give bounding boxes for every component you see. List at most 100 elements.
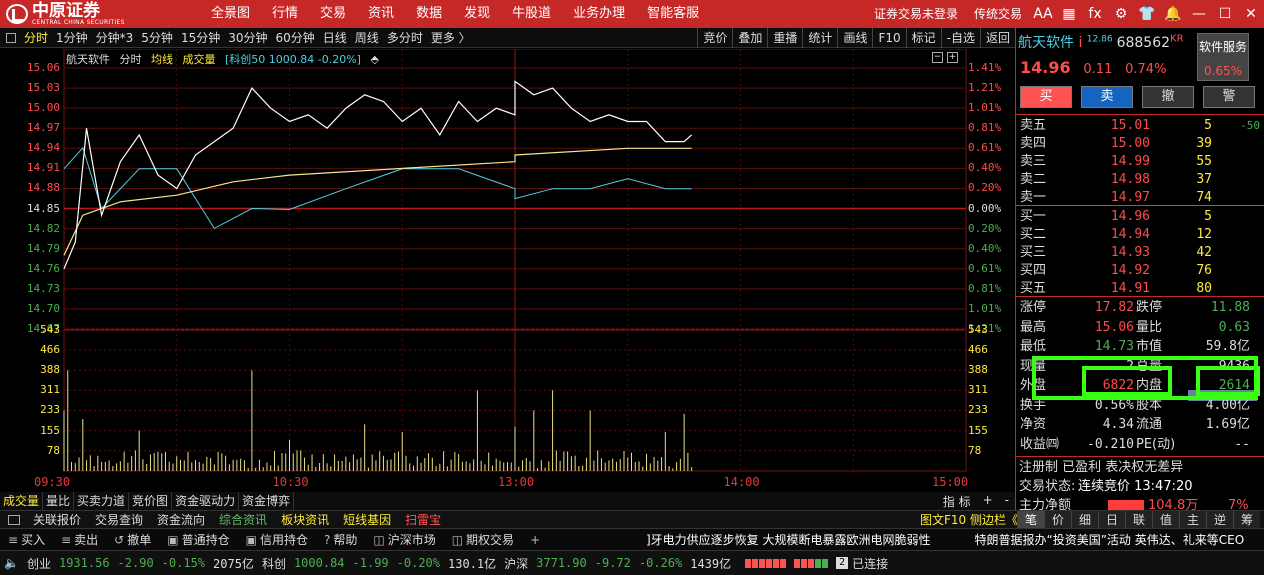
func-item-4[interactable]: 板块资讯 bbox=[274, 511, 336, 529]
news-item-0[interactable]: ]牙电力供应逐步恢复 大规模断电暴露欧洲电网脆弱性 bbox=[646, 533, 931, 547]
func-item-5[interactable]: 短线基因 bbox=[336, 511, 398, 529]
indicator-tab-1[interactable]: 量比 bbox=[43, 492, 75, 510]
period-tab-3[interactable]: 5分钟 bbox=[137, 28, 177, 48]
action-2[interactable]: ↺ 撤单 bbox=[106, 529, 159, 551]
ask-row-4[interactable]: 卖四 15.00 39 bbox=[1016, 134, 1264, 153]
action-8[interactable]: + bbox=[522, 529, 551, 551]
indicator-tab-5[interactable]: 资金博弈 bbox=[239, 492, 295, 510]
indicator-tab-4[interactable]: 资金驱动力 bbox=[172, 492, 240, 510]
action-5[interactable]: ? 帮助 bbox=[316, 529, 365, 551]
grid-icon[interactable]: ▦ bbox=[1056, 0, 1082, 28]
menu-item-6[interactable]: 牛股道 bbox=[501, 0, 562, 28]
indicator-ctl-2[interactable]: - bbox=[999, 493, 1015, 510]
func-item-0[interactable]: 关联报价 bbox=[26, 511, 88, 529]
period-tab-6[interactable]: 60分钟 bbox=[272, 28, 319, 48]
menu-item-3[interactable]: 资讯 bbox=[357, 0, 405, 28]
menu-item-5[interactable]: 发现 bbox=[453, 0, 501, 28]
ask-row-5[interactable]: 卖五 15.01 5 -50 bbox=[1016, 116, 1264, 135]
detail-tab-0[interactable]: 笔 bbox=[1017, 511, 1044, 529]
indicator-tab-0[interactable]: 成交量 bbox=[0, 492, 44, 510]
detail-tab-2[interactable]: 细 bbox=[1071, 511, 1098, 529]
menu-item-2[interactable]: 交易 bbox=[309, 0, 357, 28]
func-item-2[interactable]: 资金流向 bbox=[150, 511, 212, 529]
login-status[interactable]: 证券交易未登录 bbox=[866, 0, 966, 28]
bell-icon[interactable]: 🔔 bbox=[1160, 0, 1186, 28]
intraday-chart[interactable]: 航天软件 分时 均线 成交量 [科创50 1000.84 -0.20%] ⬘ −… bbox=[0, 49, 1015, 492]
menu-item-7[interactable]: 业务办理 bbox=[562, 0, 636, 28]
gear-icon[interactable]: ⚙ bbox=[1108, 0, 1134, 28]
toolbar-right-6[interactable]: 标记 bbox=[905, 28, 941, 48]
func-item-3[interactable]: 综合资讯 bbox=[212, 511, 274, 529]
chart-minus-icon[interactable]: − bbox=[932, 52, 943, 63]
detail-tab-3[interactable]: 日 bbox=[1098, 511, 1125, 529]
toolbar-right-3[interactable]: 统计 bbox=[802, 28, 837, 48]
bid-row-5[interactable]: 买五 14.91 80 bbox=[1016, 279, 1264, 298]
func-item-6[interactable]: 扫雷宝 bbox=[398, 511, 448, 529]
period-tab-7[interactable]: 日线 bbox=[319, 28, 351, 48]
period-tab-0[interactable]: 分时 bbox=[20, 28, 52, 48]
shirt-icon[interactable]: 👕 bbox=[1134, 0, 1160, 28]
action-6[interactable]: ◫ 沪深市场 bbox=[365, 529, 443, 551]
stock-name[interactable]: 航天软件 bbox=[1018, 35, 1074, 51]
func-item-1[interactable]: 交易查询 bbox=[88, 511, 150, 529]
period-tab-9[interactable]: 多分时 bbox=[383, 28, 427, 48]
ask-row-3[interactable]: 卖三 14.99 55 bbox=[1016, 152, 1264, 171]
period-tab-2[interactable]: 分钟*3 bbox=[92, 28, 138, 48]
menu-item-0[interactable]: 全景图 bbox=[200, 0, 261, 28]
action-1[interactable]: ≡ 卖出 bbox=[53, 529, 106, 551]
period-tab-8[interactable]: 周线 bbox=[351, 28, 383, 48]
toolbar-right-7[interactable]: -自选 bbox=[940, 28, 980, 48]
news-ticker[interactable]: ]牙电力供应逐步恢复 大规模断电暴露欧洲电网脆弱性 特朗普据报办“投资美国”活动 … bbox=[646, 529, 1264, 551]
ask-row-1[interactable]: 卖一 14.97 74 bbox=[1016, 188, 1264, 207]
cancel-order-button[interactable]: 撤 bbox=[1142, 86, 1194, 108]
menu-item-1[interactable]: 行情 bbox=[261, 0, 309, 28]
funcbar-grid-icon[interactable] bbox=[8, 514, 20, 525]
period-tab-10[interactable]: 更多 〉 bbox=[427, 28, 475, 48]
font-size-icon[interactable]: AA bbox=[1030, 0, 1056, 28]
close-icon[interactable]: ✕ bbox=[1238, 0, 1264, 28]
alert-button[interactable]: 警 bbox=[1203, 86, 1255, 108]
bid-row-1[interactable]: 买一 14.96 5 bbox=[1016, 207, 1264, 226]
action-3[interactable]: ▣ 普通持仓 bbox=[159, 529, 237, 551]
chart-canvas[interactable] bbox=[0, 49, 1015, 492]
toolbar-right-5[interactable]: F10 bbox=[872, 28, 905, 48]
period-tab-5[interactable]: 30分钟 bbox=[224, 28, 271, 48]
minimize-icon[interactable]: — bbox=[1186, 0, 1212, 28]
action-7[interactable]: ◫ 期权交易 bbox=[444, 529, 522, 551]
bid-row-3[interactable]: 买三 14.93 42 bbox=[1016, 243, 1264, 262]
chart-toggle-icon[interactable]: ⬘ bbox=[370, 53, 378, 66]
maximize-icon[interactable]: ☐ bbox=[1212, 0, 1238, 28]
traditional-trade-button[interactable]: 传统交易 bbox=[966, 0, 1030, 28]
action-4[interactable]: ▣ 信用持仓 bbox=[238, 529, 316, 551]
toolbar-right-1[interactable]: 叠加 bbox=[732, 28, 767, 48]
bid-row-2[interactable]: 买二 14.94 12 bbox=[1016, 225, 1264, 244]
chart-plus-icon[interactable]: + bbox=[947, 52, 958, 63]
bid-row-4[interactable]: 买四 14.92 76 bbox=[1016, 261, 1264, 280]
ask-row-2[interactable]: 卖二 14.98 37 bbox=[1016, 170, 1264, 189]
toolbar-right-0[interactable]: 竞价 bbox=[697, 28, 732, 48]
indicator-ctl-1[interactable]: + bbox=[977, 493, 999, 510]
toolbar-checkbox[interactable] bbox=[6, 32, 16, 43]
formula-icon[interactable]: fx bbox=[1082, 0, 1108, 28]
action-0[interactable]: ≡ 买入 bbox=[0, 529, 53, 551]
detail-tab-5[interactable]: 值 bbox=[1152, 511, 1179, 529]
sell-button[interactable]: 卖 bbox=[1081, 86, 1133, 108]
period-tab-4[interactable]: 15分钟 bbox=[177, 28, 224, 48]
menu-item-4[interactable]: 数据 bbox=[405, 0, 453, 28]
speaker-icon[interactable]: 🔈 bbox=[0, 556, 23, 570]
toolbar-right-4[interactable]: 画线 bbox=[837, 28, 872, 48]
detail-tab-7[interactable]: 逆 bbox=[1206, 511, 1233, 529]
detail-tab-6[interactable]: 主 bbox=[1179, 511, 1206, 529]
indicator-ctl-0[interactable]: 指 标 bbox=[937, 493, 977, 510]
toolbar-right-8[interactable]: 返回 bbox=[979, 28, 1015, 48]
detail-tab-8[interactable]: 筹 bbox=[1233, 511, 1260, 529]
period-tab-1[interactable]: 1分钟 bbox=[52, 28, 92, 48]
toolbar-right-2[interactable]: 重播 bbox=[767, 28, 802, 48]
detail-tab-1[interactable]: 价 bbox=[1044, 511, 1071, 529]
indicator-tab-3[interactable]: 竞价图 bbox=[129, 492, 173, 510]
news-item-1[interactable]: 特朗普据报办“投资美国”活动 英伟达、礼来等CEO bbox=[975, 533, 1245, 547]
detail-tab-4[interactable]: 联 bbox=[1125, 511, 1152, 529]
buy-button[interactable]: 买 bbox=[1020, 86, 1072, 108]
software-service-button[interactable]: 软件服务 0.65% bbox=[1197, 33, 1249, 81]
menu-item-8[interactable]: 智能客服 bbox=[636, 0, 710, 28]
